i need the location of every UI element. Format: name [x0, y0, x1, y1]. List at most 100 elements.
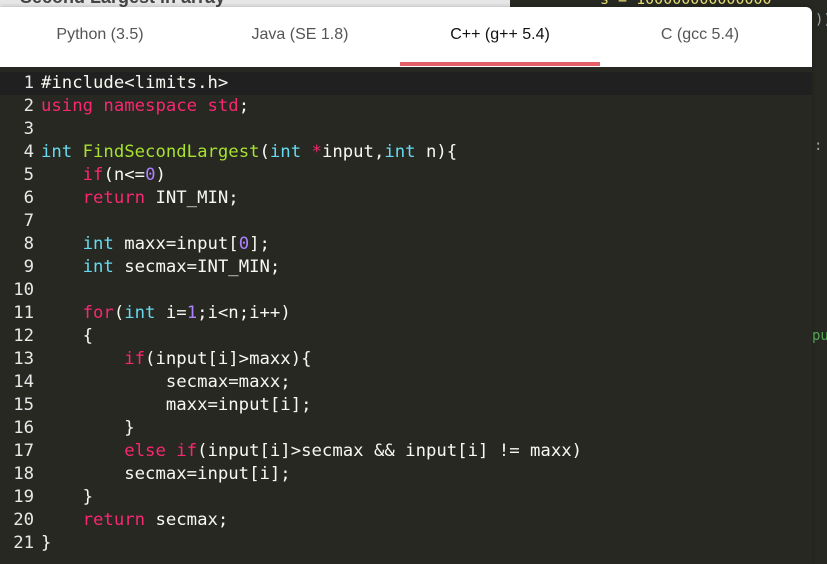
code-token: int: [124, 303, 156, 323]
tab-c[interactable]: C (gcc 5.4): [600, 7, 800, 67]
line-number: 18: [13, 464, 34, 484]
code-token: n){: [415, 142, 458, 162]
code-text: #include<limits.h>: [41, 72, 228, 95]
line-number: 17: [13, 441, 34, 461]
code-token: (input[i]>maxx){: [145, 349, 312, 369]
code-token: if: [176, 441, 198, 461]
code-line: 14 secmax=maxx;: [0, 371, 582, 394]
line-number: 5: [23, 165, 34, 185]
line-number: 2: [23, 96, 34, 116]
code-token: }: [41, 487, 94, 507]
code-token: maxx=input[i];: [41, 395, 312, 415]
code-text: if(n<=0): [41, 164, 166, 187]
code-text: int secmax=INT_MIN;: [41, 256, 281, 279]
code-token: for: [82, 303, 114, 323]
code-line: 8 int maxx=input[0];: [0, 233, 582, 256]
code-token: return: [82, 188, 146, 208]
code-token: ];: [249, 234, 270, 254]
code-line: 12 {: [0, 325, 582, 348]
tab-cpp[interactable]: C++ (g++ 5.4): [400, 7, 600, 67]
code-text: {: [41, 325, 93, 348]
code-token: }: [41, 533, 52, 553]
code-editor[interactable]: 1 #include<limits.h> 2 using namespace std;…: [0, 67, 812, 564]
code-token: maxx=input[: [113, 234, 239, 254]
line-number: 1: [23, 73, 34, 93]
line-number: 13: [13, 349, 34, 369]
code-token: input,: [321, 142, 385, 162]
code-token: int: [384, 142, 416, 162]
code-token: secmax=maxx;: [41, 372, 291, 392]
language-tab-bar: Python (3.5) Java (SE 1.8) C++ (g++ 5.4)…: [0, 7, 812, 68]
code-token: (: [113, 303, 125, 323]
code-solution-card: Python (3.5) Java (SE 1.8) C++ (g++ 5.4)…: [0, 7, 812, 564]
tab-python[interactable]: Python (3.5): [0, 7, 200, 67]
code-line: 17 else if(input[i]>secmax && input[i] !…: [0, 440, 582, 463]
code-token: {: [41, 326, 94, 346]
background-code-fragment: ));: [815, 12, 827, 28]
code-text: secmax=maxx;: [41, 371, 291, 394]
code-token: secmax=input[i];: [41, 464, 291, 484]
tab-java[interactable]: Java (SE 1.8): [200, 7, 400, 67]
code-token: int: [82, 234, 114, 254]
code-lines: 1 #include<limits.h> 2 using namespace std;…: [0, 72, 582, 555]
code-token: i=: [155, 303, 187, 323]
code-token: *: [301, 142, 322, 162]
code-line: 18 secmax=input[i];: [0, 463, 582, 486]
code-token: if: [124, 349, 146, 369]
code-line: 16 }: [0, 417, 582, 440]
code-token: INT_MIN;: [145, 188, 239, 208]
line-number: 6: [23, 188, 34, 208]
code-token: ;i<n;i++): [197, 303, 291, 323]
code-token: int: [41, 142, 73, 162]
code-line: 3: [0, 118, 582, 141]
code-line: 13 if(input[i]>maxx){: [0, 348, 582, 371]
line-number: 21: [13, 533, 34, 553]
code-text: else if(input[i]>secmax && input[i] != m…: [41, 440, 582, 463]
code-line: 7: [0, 210, 582, 233]
code-token: (: [259, 142, 270, 162]
line-number: 15: [13, 395, 34, 415]
code-line: 5 if(n<=0): [0, 164, 582, 187]
line-number: 10: [13, 280, 34, 300]
code-line: 19 }: [0, 486, 582, 509]
code-text: using namespace std;: [41, 95, 249, 118]
line-number: 20: [13, 510, 34, 530]
code-token: int: [82, 257, 114, 277]
code-line: 4 int FindSecondLargest(int *input,int n)…: [0, 141, 582, 164]
code-token: if: [82, 165, 104, 185]
code-text: }: [41, 417, 135, 440]
background-code-fragment: pu: [812, 328, 827, 344]
line-number: 19: [13, 487, 34, 507]
line-number: 9: [23, 257, 34, 277]
code-token: secmax=INT_MIN;: [113, 257, 281, 277]
line-number: 3: [23, 119, 34, 139]
code-text: for(int i=1;i<n;i++): [41, 302, 291, 325]
code-token: 0: [238, 234, 250, 254]
code-text: int FindSecondLargest(int *input,int n){: [41, 141, 457, 164]
code-token: ): [155, 165, 166, 185]
code-token: secmax;: [145, 510, 229, 530]
code-token: }: [41, 418, 135, 438]
line-number: 11: [13, 303, 34, 323]
code-line: 10: [0, 279, 582, 302]
code-text: secmax=input[i];: [41, 463, 291, 486]
code-token: (input[i]>secmax && input[i] != maxx): [197, 441, 583, 461]
code-text: return INT_MIN;: [41, 187, 239, 210]
code-line: 1 #include<limits.h>: [0, 72, 582, 95]
code-line: 11 for(int i=1;i<n;i++): [0, 302, 582, 325]
code-text: return secmax;: [41, 509, 229, 532]
line-number: 12: [13, 326, 34, 346]
code-line: 20 return secmax;: [0, 509, 582, 532]
code-token: #include<limits.h>: [41, 73, 229, 93]
background-code-fragment: :: [814, 138, 823, 154]
code-line: 15 maxx=input[i];: [0, 394, 582, 417]
code-token: ;: [238, 96, 250, 116]
code-token: 0: [145, 165, 156, 185]
